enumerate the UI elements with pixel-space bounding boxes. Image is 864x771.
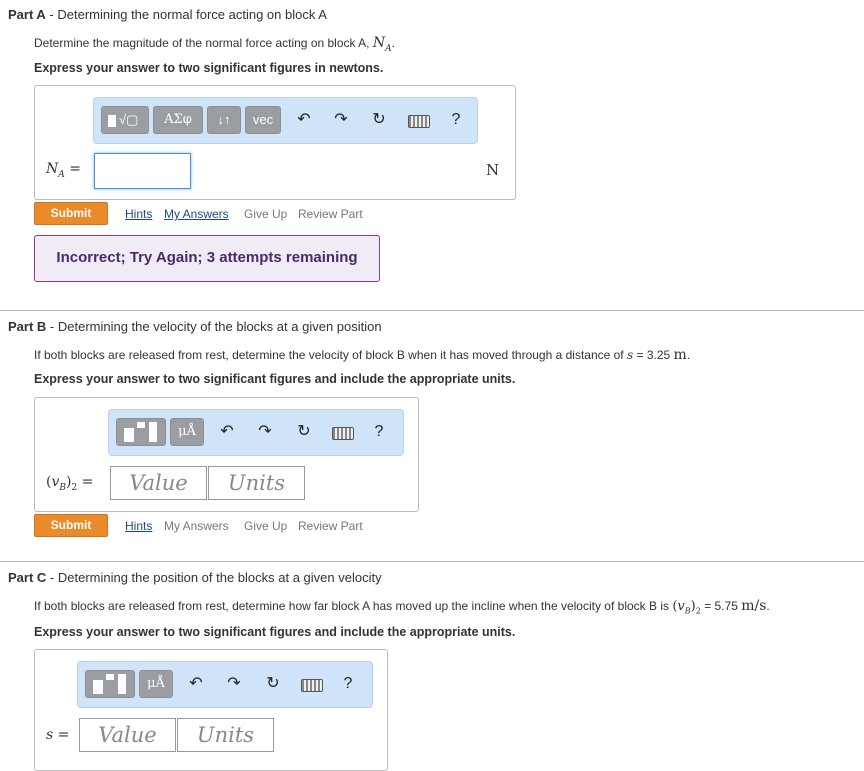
undo-icon[interactable]: ↶ xyxy=(293,109,315,131)
help-icon[interactable]: ? xyxy=(445,109,467,131)
undo-icon[interactable]: ↶ xyxy=(216,421,238,443)
part-c-units-input[interactable]: Units xyxy=(177,718,274,752)
part-b-question-var: s xyxy=(626,348,634,362)
part-a-answer-input[interactable] xyxy=(94,153,191,189)
part-a-answer-label: NA = xyxy=(46,161,81,180)
template-square-icon xyxy=(124,428,134,442)
part-a-question-text: Determine the magnitude of the normal fo… xyxy=(34,36,370,50)
template-square-icon xyxy=(137,422,145,428)
reset-icon[interactable]: ↻ xyxy=(368,109,390,131)
part-b-heading: Determining the velocity of the blocks a… xyxy=(57,319,382,334)
part-b-instructions: Express your answer to two significant f… xyxy=(34,372,516,386)
part-c-question-var: (vB)2 xyxy=(672,599,701,616)
part-b-my-answers-link[interactable]: My Answers xyxy=(164,519,229,533)
symbols-button[interactable]: ΑΣφ xyxy=(153,106,203,134)
part-b-question-unit: m xyxy=(673,347,687,363)
templates-button[interactable]: √▢ xyxy=(101,106,149,134)
part-b-review-part-link[interactable]: Review Part xyxy=(298,519,363,533)
vector-button[interactable]: vec xyxy=(245,106,281,134)
part-a-give-up-link[interactable]: Give Up xyxy=(244,207,287,221)
part-c-question-unit: m/s xyxy=(741,598,767,614)
reset-icon[interactable]: ↻ xyxy=(293,421,315,443)
part-c-answer-label: s = xyxy=(46,727,70,743)
part-c-question-text: If both blocks are released from rest, d… xyxy=(34,599,669,613)
part-b-units-placeholder: Units xyxy=(227,471,286,495)
part-a-feedback: Incorrect; Try Again; 3 attempts remaini… xyxy=(34,235,380,282)
part-c-units-placeholder: Units xyxy=(196,723,255,747)
part-b-question-text: If both blocks are released from rest, d… xyxy=(34,348,624,362)
template-square-icon xyxy=(106,674,114,680)
part-a-submit-button[interactable]: Submit xyxy=(34,202,108,225)
part-a-instructions: Express your answer to two significant f… xyxy=(34,61,384,75)
sqrt-icon: √▢ xyxy=(119,112,139,127)
subscript-superscript-button[interactable]: ↓↑ xyxy=(207,106,241,134)
redo-icon[interactable]: ↷ xyxy=(223,673,245,695)
reset-icon[interactable]: ↻ xyxy=(262,673,284,695)
keyboard-icon[interactable] xyxy=(408,115,430,128)
part-a-my-answers-link[interactable]: My Answers xyxy=(164,207,229,221)
part-a-title: Part A - Determining the normal force ac… xyxy=(8,7,327,22)
redo-icon[interactable]: ↷ xyxy=(330,109,352,131)
part-c-heading: Determining the position of the blocks a… xyxy=(57,570,382,585)
part-b-value-placeholder: Value xyxy=(129,471,188,495)
part-b-answer-label: (vB)2 = xyxy=(46,474,94,493)
template-square-icon xyxy=(118,674,126,694)
part-b-units-input[interactable]: Units xyxy=(208,466,305,500)
units-button[interactable]: μÅ xyxy=(170,418,204,446)
part-c-instructions: Express your answer to two significant f… xyxy=(34,625,516,639)
part-b-hints-link[interactable]: Hints xyxy=(125,519,152,533)
part-b-submit-button[interactable]: Submit xyxy=(34,514,108,537)
part-a-question: Determine the magnitude of the normal fo… xyxy=(34,35,395,54)
part-c-question: If both blocks are released from rest, d… xyxy=(34,598,770,616)
templates-button[interactable] xyxy=(85,670,135,698)
units-button[interactable]: μÅ xyxy=(139,670,173,698)
part-a-hints-link[interactable]: Hints xyxy=(125,207,152,221)
help-icon[interactable]: ? xyxy=(337,673,359,695)
divider-b-c xyxy=(0,561,864,562)
keyboard-icon[interactable] xyxy=(301,679,323,692)
part-c-question-val: = 5.75 xyxy=(704,599,738,613)
part-b-question-val: = 3.25 xyxy=(636,348,671,362)
part-a-review-part-link[interactable]: Review Part xyxy=(298,207,363,221)
part-c-value-input[interactable]: Value xyxy=(79,718,176,752)
template-square-icon xyxy=(108,115,116,127)
part-b-question: If both blocks are released from rest, d… xyxy=(34,347,691,363)
part-a-label: Part A xyxy=(8,7,46,22)
part-c-value-placeholder: Value xyxy=(98,723,157,747)
part-b-give-up-link[interactable]: Give Up xyxy=(244,519,287,533)
template-square-icon xyxy=(149,422,157,442)
redo-icon[interactable]: ↷ xyxy=(254,421,276,443)
templates-button[interactable] xyxy=(116,418,166,446)
undo-icon[interactable]: ↶ xyxy=(185,673,207,695)
keyboard-icon[interactable] xyxy=(332,427,354,440)
part-a-unit: N xyxy=(486,161,500,179)
part-c-title: Part C - Determining the position of the… xyxy=(8,570,382,585)
part-b-value-input[interactable]: Value xyxy=(110,466,207,500)
divider-a-b xyxy=(0,310,864,311)
part-b-title: Part B - Determining the velocity of the… xyxy=(8,319,382,334)
part-a-heading: Determining the normal force acting on b… xyxy=(57,7,327,22)
part-c-label: Part C xyxy=(8,570,47,585)
part-b-label: Part B xyxy=(8,319,47,334)
help-icon[interactable]: ? xyxy=(368,421,390,443)
part-a-question-var: NA xyxy=(372,35,392,54)
template-square-icon xyxy=(93,680,103,694)
